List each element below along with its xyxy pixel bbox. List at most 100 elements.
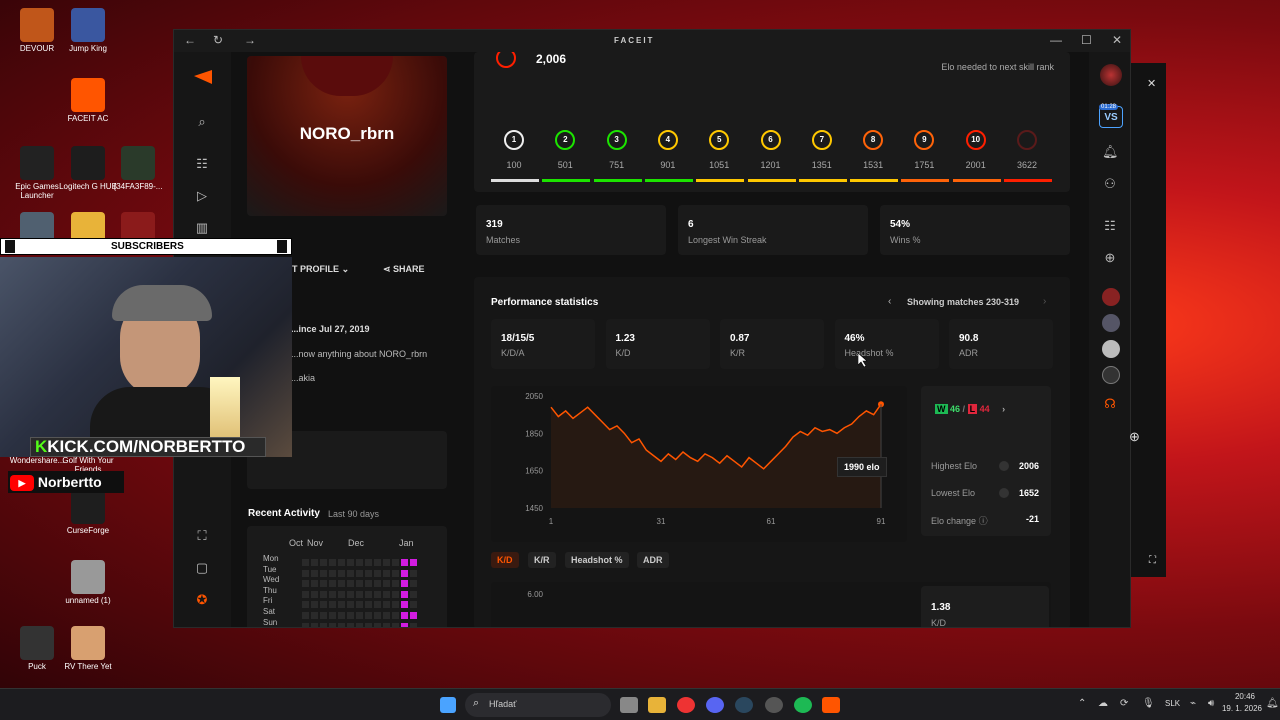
clock-time[interactable]: 20:46 (1223, 692, 1255, 701)
desktop-icon[interactable]: unnamed (1) (53, 560, 123, 605)
info-icon[interactable]: ⓘ (979, 516, 988, 526)
chart-tab[interactable]: ADR (637, 552, 669, 568)
search-icon[interactable]: ⌕ (194, 114, 210, 130)
heatmap-cell (374, 622, 381, 627)
stat-label: K/R (730, 348, 746, 358)
avatar[interactable] (301, 56, 393, 96)
stat-value: 18/15/5 (501, 333, 535, 344)
y-tick-label: 1450 (525, 504, 543, 513)
premium-icon[interactable]: ✪ (194, 592, 210, 608)
steam-icon[interactable] (735, 697, 753, 713)
close-icon[interactable]: ✕ (1147, 77, 1156, 90)
skill-progress-segment (901, 179, 950, 182)
counter-right (277, 240, 287, 253)
performance-stat: 18/15/5 K/D/A (491, 319, 595, 369)
stat-value: 0.87 (730, 333, 750, 344)
skill-level-elo: 1751 (914, 160, 935, 170)
heatmap-cell (338, 622, 345, 627)
heatmap-cell (383, 622, 390, 627)
minimize-icon[interactable]: — (1050, 33, 1062, 47)
play-icon[interactable]: ▷ (194, 188, 210, 204)
desktop-icon[interactable]: RV There Yet (53, 626, 123, 671)
kick-logo-icon: K (35, 437, 48, 456)
desktop-icon[interactable]: CurseForge (53, 490, 123, 535)
vs-timer-badge: 01:28 (1099, 104, 1119, 110)
tray-expand-icon[interactable]: ⌃ (1078, 698, 1086, 709)
chart-tab[interactable]: K/D (491, 552, 519, 568)
activity-heatmap: Oct Nov Dec Jan Mon Tue Wed Thu Fri Sat Sun (247, 526, 447, 627)
discord-icon[interactable] (706, 697, 724, 713)
task-view-icon[interactable] (620, 697, 638, 713)
skill-level-elo: 751 (609, 160, 625, 170)
find-players-icon[interactable]: ☷ (194, 156, 210, 172)
summary-value: 54% (890, 219, 911, 230)
add-icon[interactable]: ⊕ (1129, 429, 1140, 445)
taskbar-search[interactable]: ⌕ Hľadať (465, 693, 611, 717)
search-placeholder: Hľadať (489, 699, 517, 709)
elo-side-panel: W 46 / L 44 › Highest Elo 2006 Lowest El… (921, 386, 1051, 536)
obs-icon[interactable] (765, 697, 783, 713)
skill-level-elo: 1051 (709, 160, 730, 170)
counter-left (5, 240, 15, 253)
prev-page-icon[interactable]: ‹ (888, 296, 891, 307)
next-page-icon[interactable]: › (1043, 296, 1046, 307)
y-tick-label: 2050 (525, 392, 543, 401)
party-icon[interactable]: ☷ (1102, 218, 1118, 234)
webcam-feed (0, 257, 292, 457)
heatmap-cell (347, 622, 354, 627)
faceit-logo-icon[interactable] (194, 70, 212, 84)
chart-tab[interactable]: Headshot % (565, 552, 629, 568)
elo-chart-area: 2050 1850 1650 1450 1 31 61 91 1990 elo (491, 386, 907, 542)
back-icon[interactable]: ← (184, 33, 196, 47)
chrome-icon[interactable] (677, 697, 695, 713)
friend-avatar[interactable] (1102, 340, 1120, 358)
friend-avatar[interactable] (1102, 314, 1120, 332)
microphone-icon[interactable]: 🎙︎ (1142, 698, 1155, 709)
expand-icon[interactable]: ⛶ (194, 528, 210, 544)
headset-icon[interactable]: ☊ (1102, 396, 1118, 412)
desktop-icon[interactable]: FACEIT AC (53, 78, 123, 123)
recent-activity-subtitle: Last 90 days (328, 509, 380, 519)
stats-icon[interactable]: ▥ (194, 220, 210, 236)
win-loss-record[interactable]: W 46 / L 44 › (935, 404, 1005, 414)
heatmap-cell (365, 622, 372, 627)
stat-label: ADR (959, 348, 979, 358)
youtube-icon: ▶ (10, 475, 34, 492)
fullscreen-icon[interactable]: ⛶ (1149, 555, 1156, 566)
desktop-icon[interactable]: Jump King (53, 8, 123, 53)
share-button[interactable]: ⋖ SHARE (383, 264, 425, 275)
desktop-icon[interactable]: {34FA3F89-... (103, 146, 173, 191)
forward-icon[interactable]: → (244, 33, 256, 47)
skill-progress-segment (798, 179, 847, 182)
current-elo: 2,006 (536, 52, 567, 66)
notification-center-icon[interactable]: 🔔︎ (1266, 698, 1279, 709)
notifications-icon[interactable]: 🔔︎ (1102, 144, 1119, 160)
faceit-taskbar-icon[interactable] (822, 697, 840, 713)
tray-icon[interactable]: ⟳ (1120, 698, 1128, 709)
maximize-icon[interactable]: ☐ (1081, 33, 1092, 47)
recent-activity-title: Recent Activity (248, 508, 320, 519)
skill-level-icon: 1 (504, 130, 524, 150)
reload-icon[interactable]: ↻ (213, 33, 223, 47)
friends-icon[interactable]: ⚇ (1102, 176, 1118, 192)
volume-icon[interactable]: 🔊︎ (1208, 698, 1214, 709)
kick-url: KICK.COM/NORBERTTO (47, 437, 246, 456)
tray-icon[interactable]: ☁ (1098, 698, 1108, 709)
chart-tab[interactable]: K/R (528, 552, 556, 568)
language-indicator[interactable]: SLK (1165, 699, 1180, 708)
skill-level-elo: 1201 (760, 160, 781, 170)
add-icon[interactable]: ⊕ (1102, 250, 1118, 266)
skill-level-elo: 2001 (965, 160, 986, 170)
user-avatar[interactable] (1100, 64, 1122, 86)
spotify-icon[interactable] (794, 697, 812, 713)
clock-date[interactable]: 19. 1. 2026 (1218, 704, 1262, 713)
network-icon[interactable]: ⌁ (1190, 698, 1196, 709)
elo-change-label: Elo change ⓘ (931, 516, 988, 526)
start-icon[interactable] (440, 697, 456, 713)
friend-avatar[interactable] (1102, 366, 1120, 384)
friend-avatar[interactable] (1102, 288, 1120, 306)
close-icon[interactable]: ✕ (1112, 33, 1122, 47)
summary-label: Wins % (890, 235, 921, 245)
shop-icon[interactable]: ▢ (194, 560, 210, 576)
file-explorer-icon[interactable] (648, 697, 666, 713)
